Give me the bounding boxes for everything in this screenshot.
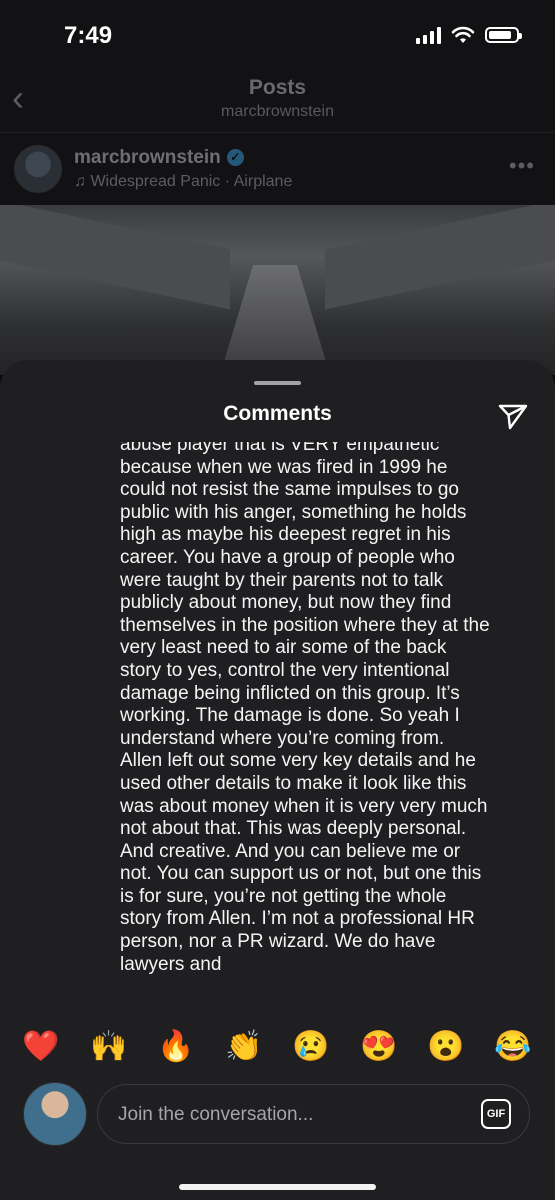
gif-button[interactable]: GIF	[481, 1099, 511, 1129]
posts-header: ‹ Posts marcbrownstein	[0, 72, 555, 132]
heart-eyes-emoji-icon[interactable]: 😍	[357, 1025, 401, 1069]
raising-hands-emoji-icon[interactable]: 🙌	[87, 1025, 131, 1069]
post-song[interactable]: Widespread Panic · Airplane	[90, 173, 292, 190]
comments-title: Comments	[223, 402, 332, 425]
laughing-tears-emoji-icon[interactable]: 😂	[491, 1025, 535, 1069]
comments-sheet: Comments abuse player that is VERY empat…	[0, 360, 555, 1200]
author-avatar[interactable]	[14, 145, 62, 193]
page-subtitle: marcbrownstein	[221, 103, 334, 120]
comment-composer: GIF	[0, 1080, 555, 1150]
surprised-face-emoji-icon[interactable]: 😮	[424, 1025, 468, 1069]
heart-emoji-icon[interactable]: ❤️	[19, 1025, 63, 1069]
comment-scroll-area[interactable]: abuse player that is VERY empathetic bec…	[0, 442, 555, 1014]
crying-face-emoji-icon[interactable]: 😢	[289, 1025, 333, 1069]
clapping-hands-emoji-icon[interactable]: 👏	[222, 1025, 266, 1069]
status-bar: 7:49	[0, 0, 555, 72]
fire-emoji-icon[interactable]: 🔥	[154, 1025, 198, 1069]
send-icon[interactable]	[497, 400, 529, 432]
sheet-drag-handle[interactable]	[254, 381, 301, 385]
author-username[interactable]: marcbrownstein	[74, 147, 221, 168]
page-title: Posts	[248, 76, 307, 99]
comment-input-container: GIF	[97, 1084, 530, 1145]
more-options-icon[interactable]: •••	[509, 153, 535, 179]
current-user-avatar	[23, 1082, 87, 1146]
quick-reactions-bar: ❤️ 🙌 🔥 👏 😢 😍 😮 😂	[0, 1025, 555, 1069]
music-note-icon: ♫	[74, 173, 86, 190]
status-icons	[416, 26, 522, 44]
status-time: 7:49	[64, 22, 113, 49]
verified-badge-icon: ✓	[226, 149, 244, 166]
comment-body: abuse player that is VERY empathetic bec…	[120, 442, 490, 975]
post-image	[0, 205, 555, 375]
cellular-signal-icon	[416, 26, 441, 44]
post-author-row: marcbrownstein ✓ ♫ Widespread Panic · Air…	[0, 133, 555, 205]
comment-input[interactable]	[116, 1085, 460, 1145]
home-indicator[interactable]	[179, 1184, 376, 1190]
battery-icon	[485, 27, 522, 43]
wifi-icon	[451, 26, 475, 43]
